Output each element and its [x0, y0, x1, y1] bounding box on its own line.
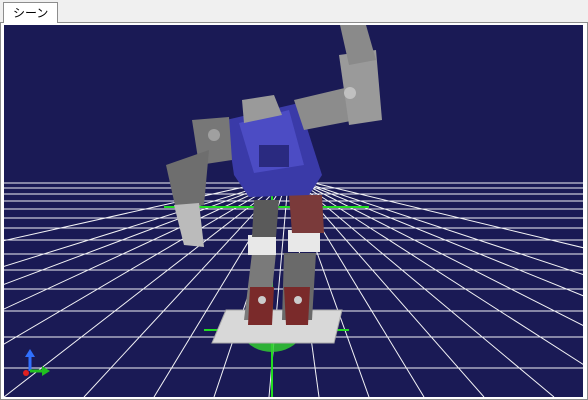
tab-bar: シーン — [0, 0, 588, 23]
robot-legs — [244, 195, 324, 325]
3d-viewport[interactable] — [4, 25, 583, 397]
tab-scene[interactable]: シーン — [3, 2, 59, 23]
robot-feet — [211, 309, 343, 344]
axis-indicator — [23, 349, 50, 376]
robot-arm-right — [294, 25, 382, 130]
